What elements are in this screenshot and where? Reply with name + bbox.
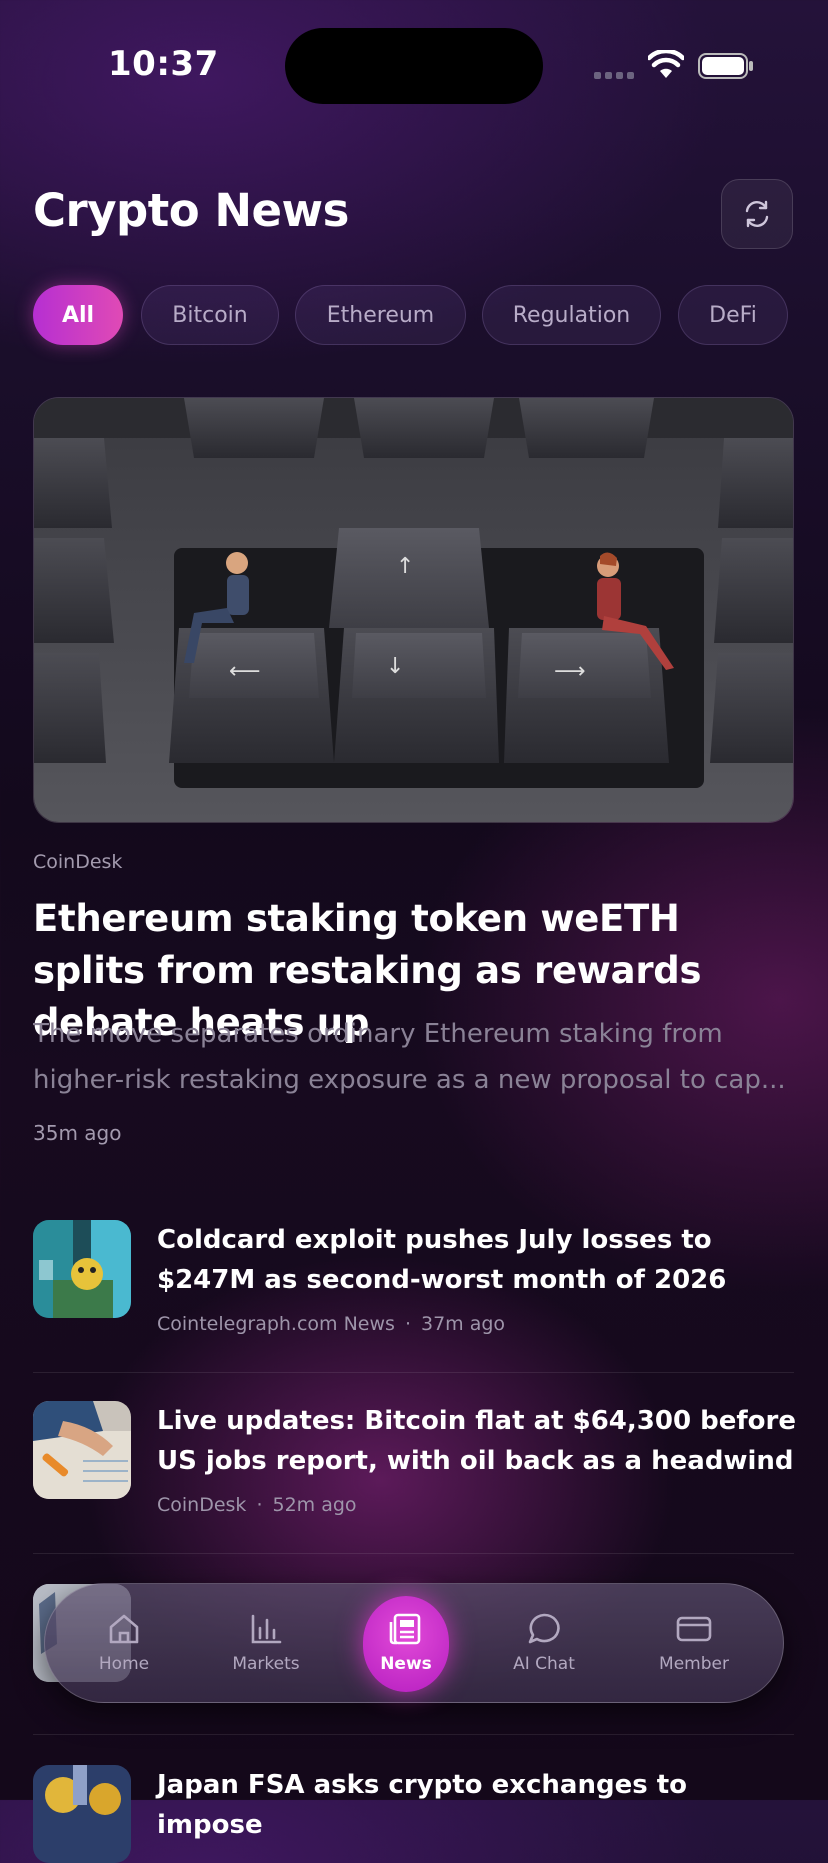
article-meta: CoinDesk · 52m ago	[157, 1494, 357, 1516]
cellular-signal-icon	[594, 72, 634, 80]
tab-news[interactable]: News	[341, 1584, 471, 1704]
filter-chip-defi[interactable]: DeFi	[678, 285, 788, 345]
status-bar: 10:37	[0, 0, 828, 120]
tab-home[interactable]: Home	[59, 1584, 189, 1704]
article-thumbnail	[33, 1220, 131, 1318]
article-title: Live updates: Bitcoin flat at $64,300 be…	[157, 1406, 796, 1476]
card-icon	[676, 1616, 712, 1642]
article-thumbnail	[33, 1401, 131, 1499]
featured-article-description: The move separates ordinary Ethereum sta…	[33, 1019, 786, 1095]
dynamic-island	[285, 28, 543, 104]
tab-member[interactable]: Member	[629, 1584, 759, 1704]
svg-text:↓: ↓	[386, 654, 404, 679]
divider	[33, 1372, 794, 1373]
bar-chart-icon	[251, 1614, 282, 1644]
battery-icon	[698, 53, 753, 79]
filter-chip-all[interactable]: All	[33, 285, 123, 345]
refresh-button[interactable]	[721, 179, 793, 249]
page-title: Crypto News	[33, 184, 349, 237]
article-source: CoinDesk	[157, 1494, 247, 1516]
tab-news-label: News	[380, 1654, 432, 1674]
wifi-icon	[648, 50, 684, 78]
filter-chip-bitcoin[interactable]: Bitcoin	[141, 285, 279, 345]
article-title: Coldcard exploit pushes July losses to $…	[157, 1225, 727, 1295]
bottom-tab-bar: Home Markets News AI Chat Member	[44, 1583, 784, 1703]
article-source: Cointelegraph.com News	[157, 1313, 395, 1335]
article-thumbnail	[33, 1765, 131, 1863]
filter-chip-regulation[interactable]: Regulation	[482, 285, 661, 345]
tab-ai-chat[interactable]: AI Chat	[479, 1584, 609, 1704]
keyboard-photo: ↑ ↓ ⟵ ⟶	[34, 398, 793, 822]
tab-markets-label: Markets	[232, 1654, 300, 1674]
article-time: 52m ago	[272, 1494, 357, 1516]
divider	[33, 1553, 794, 1554]
newspaper-icon	[389, 1613, 421, 1645]
article-title: Japan FSA asks crypto exchanges to impos…	[157, 1770, 688, 1840]
featured-article-time: 35m ago	[33, 1121, 122, 1145]
tab-ai-chat-label: AI Chat	[513, 1654, 575, 1674]
refresh-icon	[745, 200, 769, 228]
tab-home-label: Home	[98, 1654, 150, 1674]
featured-article-image[interactable]: ↑ ↓ ⟵ ⟶	[33, 397, 794, 823]
svg-text:⟵: ⟵	[229, 659, 261, 684]
article-time: 37m ago	[420, 1313, 506, 1335]
home-icon	[109, 1614, 139, 1644]
divider	[33, 1734, 794, 1735]
chat-bubble-icon	[528, 1613, 560, 1644]
svg-text:↑: ↑	[396, 554, 414, 579]
tab-member-label: Member	[659, 1654, 729, 1674]
tab-markets[interactable]: Markets	[201, 1584, 331, 1704]
article-meta: Cointelegraph.com News · 37m ago	[157, 1313, 506, 1335]
filter-chip-ethereum[interactable]: Ethereum	[295, 285, 466, 345]
status-time: 10:37	[108, 44, 219, 84]
svg-text:⟶: ⟶	[554, 659, 586, 684]
featured-article-source: CoinDesk	[33, 851, 123, 873]
